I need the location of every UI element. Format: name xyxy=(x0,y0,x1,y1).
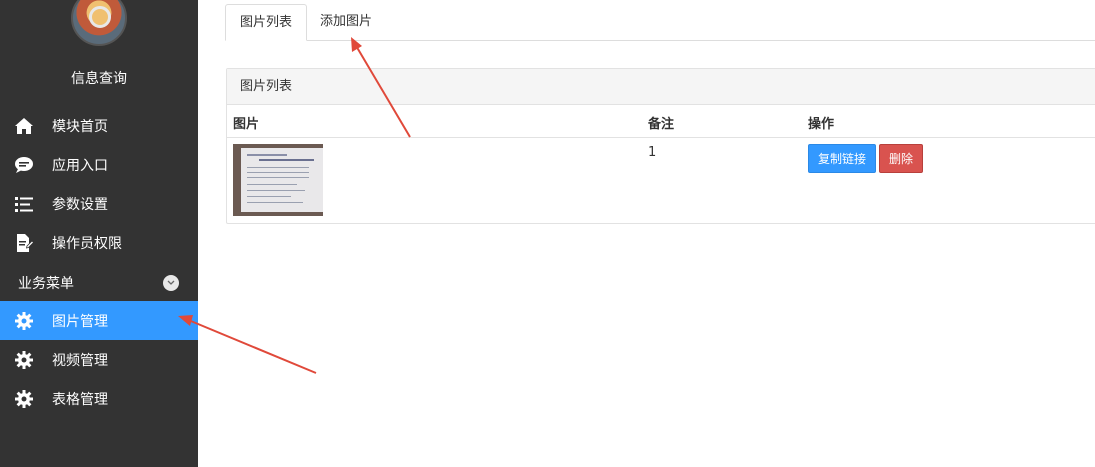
sidebar-item-table-management[interactable]: 表格管理 xyxy=(0,379,198,418)
sidebar-item-label: 图片管理 xyxy=(52,313,108,330)
panel-title: 图片列表 xyxy=(227,69,1095,105)
sidebar-section-business-menu[interactable]: 业务菜单 xyxy=(0,264,198,300)
sidebar-item-label: 视频管理 xyxy=(52,352,108,369)
sidebar-item-operator-permissions[interactable]: 操作员权限 xyxy=(0,223,198,262)
document-edit-icon xyxy=(14,233,34,253)
column-header-actions: 操作 xyxy=(808,117,835,132)
sidebar-item-home[interactable]: 模块首页 xyxy=(0,106,198,145)
column-header-image: 图片 xyxy=(233,117,260,132)
table-divider xyxy=(227,137,1095,138)
section-label: 业务菜单 xyxy=(18,276,74,292)
sidebar-item-video-management[interactable]: 视频管理 xyxy=(0,340,198,379)
sidebar-item-label: 参数设置 xyxy=(52,196,108,213)
chat-bubble-icon xyxy=(14,155,34,175)
gear-icon xyxy=(14,389,34,409)
tab-image-list[interactable]: 图片列表 xyxy=(225,4,308,41)
gear-icon xyxy=(14,311,34,331)
sidebar-item-image-management[interactable]: 图片管理 xyxy=(0,301,198,340)
image-list-panel: 图片列表 图片 备注 操作 1 复制链接 删除 xyxy=(226,68,1095,224)
site-title: 信息查询 xyxy=(71,71,127,87)
sidebar-item-label: 操作员权限 xyxy=(52,235,122,252)
sidebar: 信息查询 模块首页 应用入口 参数设置 操作员权限 业务菜单 图片管理 视频管理… xyxy=(0,0,198,467)
note-cell: 1 xyxy=(648,145,657,160)
annotation-arrow-menu xyxy=(185,318,317,374)
avatar xyxy=(71,0,127,46)
list-icon xyxy=(14,194,34,214)
column-header-note: 备注 xyxy=(648,117,675,132)
chevron-down-icon[interactable] xyxy=(163,275,179,291)
sidebar-item-label: 应用入口 xyxy=(52,157,108,174)
home-icon xyxy=(14,116,34,136)
image-thumbnail[interactable] xyxy=(233,144,323,216)
tab-add-image[interactable]: 添加图片 xyxy=(306,4,386,41)
copy-link-button[interactable]: 复制链接 xyxy=(808,144,877,173)
sidebar-item-label: 模块首页 xyxy=(52,118,108,135)
gear-icon xyxy=(14,350,34,370)
sidebar-item-label: 表格管理 xyxy=(52,391,108,408)
tab-bar: 图片列表 添加图片 xyxy=(225,4,1095,41)
app-window: 信息查询 模块首页 应用入口 参数设置 操作员权限 业务菜单 图片管理 视频管理… xyxy=(0,0,1095,467)
sidebar-item-app-entry[interactable]: 应用入口 xyxy=(0,145,198,184)
delete-button[interactable]: 删除 xyxy=(879,144,924,173)
sidebar-item-settings[interactable]: 参数设置 xyxy=(0,184,198,223)
